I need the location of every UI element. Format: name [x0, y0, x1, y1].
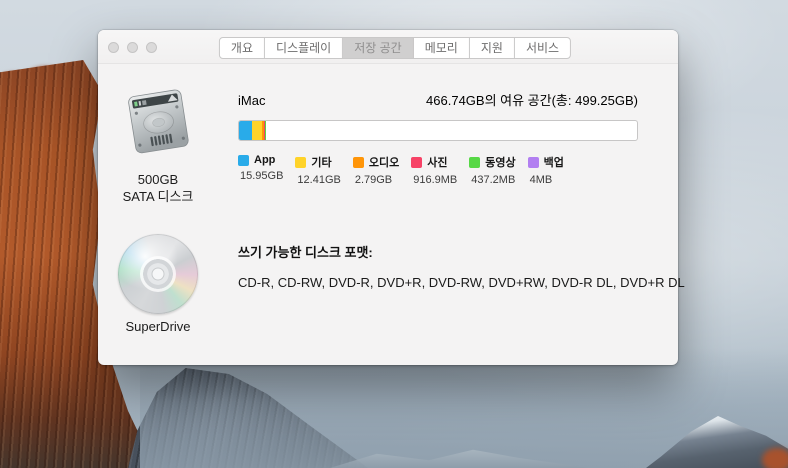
disk-label-capacity: 500GB: [108, 172, 208, 189]
legend-swatch: [353, 157, 364, 168]
legend-value: 2.79GB: [355, 174, 399, 186]
legend-swatch: [295, 157, 306, 168]
legend-label: 동영상: [485, 154, 515, 170]
storage-title-row: iMac 466.74GB의 여유 공간(총: 499.25GB): [238, 90, 638, 109]
tab-bar: 개요 디스플레이 저장 공간 메모리 지원 서비스: [219, 37, 571, 59]
legend-label: 백업: [544, 154, 564, 170]
superdrive-disc-icon: [118, 234, 198, 314]
superdrive-label: SuperDrive: [108, 319, 208, 336]
tab-support[interactable]: 지원: [470, 38, 515, 58]
bar-segment-기타: [252, 121, 262, 140]
legend-label: 사진: [427, 154, 447, 170]
titlebar: 개요 디스플레이 저장 공간 메모리 지원 서비스: [98, 30, 678, 64]
legend-label: 오디오: [369, 154, 399, 170]
storage-summary: iMac 466.74GB의 여유 공간(총: 499.25GB) App 15.…: [238, 90, 638, 186]
legend-swatch: [528, 157, 539, 168]
internal-disk-block: 500GB SATA 디스크: [108, 82, 208, 206]
legend-item: App 15.95GB: [238, 154, 283, 186]
tab-displays[interactable]: 디스플레이: [265, 38, 343, 58]
close-button[interactable]: [108, 42, 119, 53]
tab-service[interactable]: 서비스: [515, 38, 570, 58]
legend-value: 12.41GB: [297, 174, 340, 186]
disk-label-type: SATA 디스크: [108, 189, 208, 206]
tab-memory[interactable]: 메모리: [414, 38, 470, 58]
disk-label: 500GB SATA 디스크: [108, 172, 208, 206]
minimize-button[interactable]: [127, 42, 138, 53]
tab-overview[interactable]: 개요: [220, 38, 265, 58]
legend-value: 437.2MB: [471, 174, 515, 186]
superdrive-info: 쓰기 가능한 디스크 포맷: CD-R, CD-RW, DVD-R, DVD+R…: [238, 242, 648, 290]
legend-value: 916.9MB: [413, 174, 457, 186]
legend-value: 15.95GB: [240, 170, 283, 182]
about-this-mac-window: 개요 디스플레이 저장 공간 메모리 지원 서비스: [98, 30, 678, 365]
storage-legend: App 15.95GB 기타 12.41GB 오디오 2.79GB 사진 916.9MB 동영상…: [238, 154, 638, 186]
legend-label: App: [254, 154, 275, 166]
superdrive-block: SuperDrive: [108, 234, 208, 336]
legend-item: 기타 12.41GB: [295, 154, 340, 186]
legend-swatch: [238, 155, 249, 166]
legend-item: 사진 916.9MB: [411, 154, 457, 186]
free-space-text: 466.74GB의 여유 공간(총: 499.25GB): [426, 90, 638, 109]
zoom-button[interactable]: [146, 42, 157, 53]
legend-value: 4MB: [530, 174, 564, 186]
legend-item: 동영상 437.2MB: [469, 154, 515, 186]
legend-label: 기타: [311, 154, 331, 170]
wallpaper-corner-tree: [762, 448, 788, 468]
traffic-lights: [108, 42, 157, 53]
machine-name: iMac: [238, 93, 265, 108]
legend-swatch: [411, 157, 422, 168]
formats-title: 쓰기 가능한 디스크 포맷:: [238, 242, 648, 261]
storage-bar: [238, 120, 638, 141]
legend-swatch: [469, 157, 480, 168]
bar-segment-App: [239, 121, 252, 140]
legend-item: 백업 4MB: [528, 154, 564, 186]
hard-disk-icon: [118, 82, 198, 162]
tab-storage[interactable]: 저장 공간: [343, 38, 414, 58]
formats-list: CD-R, CD-RW, DVD-R, DVD+R, DVD-RW, DVD+R…: [238, 275, 648, 290]
legend-item: 오디오 2.79GB: [353, 154, 399, 186]
desktop: 개요 디스플레이 저장 공간 메모리 지원 서비스: [0, 0, 788, 468]
